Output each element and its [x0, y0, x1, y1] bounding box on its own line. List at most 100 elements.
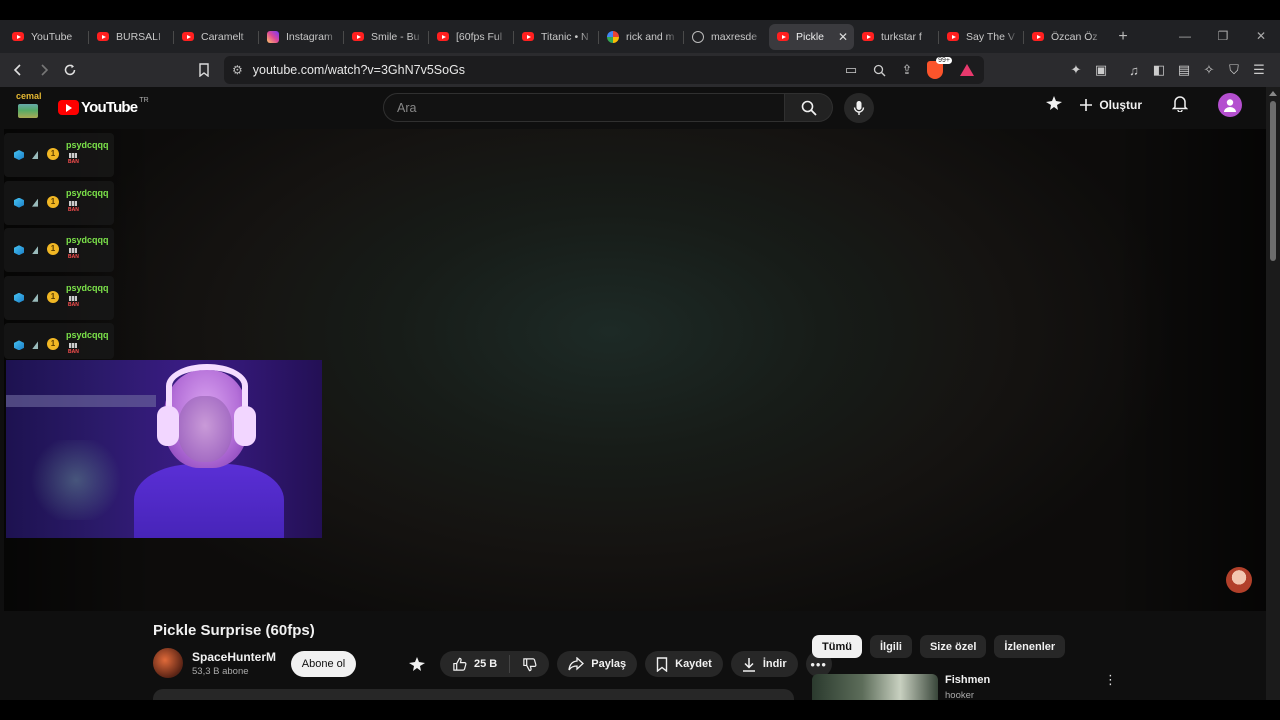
google-icon: [607, 30, 619, 43]
brave-rewards-icon[interactable]: [956, 59, 978, 81]
like-button[interactable]: 25 B: [440, 655, 511, 673]
cube-badge-icon: [14, 150, 24, 160]
sparkle-icon[interactable]: [1045, 95, 1063, 116]
chip-watched[interactable]: İzlenenler: [994, 635, 1066, 658]
minimize-icon[interactable]: —: [1166, 20, 1204, 53]
share-icon[interactable]: ⇪: [896, 59, 918, 81]
cube-badge-icon: [14, 340, 24, 351]
close-window-icon[interactable]: ✕: [1242, 20, 1280, 53]
chip-all[interactable]: Tümü: [812, 635, 862, 658]
channel-info[interactable]: SpaceHunterM 53,3 B abone: [153, 648, 276, 678]
vpn-icon[interactable]: ⛉: [1223, 59, 1245, 81]
youtube-icon: [1032, 32, 1044, 41]
tab[interactable]: Instagram: [259, 24, 344, 50]
tab-active[interactable]: Pickle ✕: [769, 23, 854, 50]
chat-message: 1 psydcqqq BAN: [4, 323, 114, 360]
share-button[interactable]: Paylaş: [557, 651, 638, 677]
sidebar-icon[interactable]: ◧: [1148, 59, 1170, 81]
tab[interactable]: rick and m: [599, 24, 684, 50]
stream-overlay-logo: cemal: [6, 91, 48, 127]
cast-icon[interactable]: ▭: [840, 59, 862, 81]
tab[interactable]: Say The V: [939, 24, 1024, 50]
tab[interactable]: turkstar f: [854, 24, 939, 50]
leo-ai-icon[interactable]: ✧: [1198, 59, 1220, 81]
search-button[interactable]: [785, 93, 833, 122]
brave-shields-icon[interactable]: 99+: [924, 57, 952, 81]
youtube-play-icon: [58, 100, 79, 115]
wallet-icon[interactable]: ▤: [1173, 59, 1195, 81]
video-title: Pickle Surprise (60fps): [153, 622, 315, 639]
tab[interactable]: YouTube: [4, 24, 89, 50]
tab[interactable]: Caramelt: [174, 24, 259, 50]
zoom-icon[interactable]: [868, 59, 890, 81]
screen-bottom-letterbox: [0, 700, 1280, 720]
overlay-map-icon: [18, 104, 38, 118]
more-horizontal-icon: •••: [810, 656, 827, 672]
globe-icon: [692, 30, 704, 43]
brave-badge: 99+: [936, 57, 952, 64]
back-button[interactable]: [5, 57, 31, 83]
search-input[interactable]: Ara: [383, 93, 785, 122]
menu-icon[interactable]: ☰: [1248, 59, 1270, 81]
youtube-icon: [12, 32, 24, 41]
screen-top-letterbox: [0, 0, 1280, 20]
chat-message: 1 psydcqqq BAN: [4, 133, 114, 177]
more-vertical-icon[interactable]: ⋮: [1104, 672, 1117, 688]
chip-for-you[interactable]: Size özel: [919, 635, 987, 658]
youtube-icon: [777, 32, 789, 41]
bookmark-button[interactable]: [191, 57, 217, 83]
tab[interactable]: maxresde: [684, 24, 769, 50]
reload-button[interactable]: [57, 57, 83, 83]
ban-tag: BAN: [68, 296, 79, 308]
tab[interactable]: Titanic • N: [514, 24, 599, 50]
masthead: cemal YouTube TR Ara Oluştur: [0, 87, 1266, 129]
address-bar[interactable]: ⚙ youtube.com/watch?v=3GhN7v5SoGs ▭ ⇪ 99…: [224, 56, 984, 84]
youtube-logo[interactable]: YouTube TR: [58, 97, 149, 116]
reload-icon: [64, 64, 76, 76]
save-button[interactable]: Kaydet: [645, 651, 723, 677]
cube-badge-icon: [14, 197, 24, 208]
url-text: youtube.com/watch?v=3GhN7v5SoGs: [253, 63, 465, 77]
tab[interactable]: [60fps Ful: [429, 24, 514, 50]
microphone-icon: [853, 101, 865, 115]
save-playlist-icon: [656, 656, 668, 672]
channel-name[interactable]: SpaceHunterM: [192, 650, 276, 664]
media-icon[interactable]: ♫: [1123, 59, 1145, 81]
screenshot-icon[interactable]: ▣: [1090, 59, 1112, 81]
account-avatar[interactable]: [1218, 93, 1242, 117]
recommended-title[interactable]: Fishmen: [945, 674, 990, 686]
share-arrow-icon: [568, 657, 585, 671]
new-tab-button[interactable]: +: [1109, 28, 1137, 46]
subscribe-button[interactable]: Abone ol: [291, 651, 356, 677]
site-settings-icon[interactable]: ⚙: [232, 63, 243, 77]
browser-toolbar: ⚙ youtube.com/watch?v=3GhN7v5SoGs ▭ ⇪ 99…: [0, 53, 1280, 87]
forward-button[interactable]: [31, 57, 57, 83]
user-icon: [1224, 99, 1236, 112]
create-button[interactable]: Oluştur: [1079, 98, 1142, 112]
sparkle-action-button[interactable]: [402, 651, 432, 677]
tab[interactable]: BURSALI: [89, 24, 174, 50]
masthead-actions: Oluştur: [1045, 93, 1242, 117]
sparkle-icon: [409, 657, 425, 671]
notifications-icon[interactable]: [1171, 94, 1189, 117]
tab[interactable]: Smile - Bu: [344, 24, 429, 50]
coin-badge: 1: [47, 338, 59, 351]
download-button[interactable]: İndir: [730, 651, 798, 677]
chip-related[interactable]: İlgili: [869, 635, 912, 658]
scrollbar-thumb[interactable]: [1270, 101, 1276, 261]
search-icon: [801, 100, 817, 116]
streamer-webcam: [6, 360, 322, 538]
restore-icon[interactable]: ❐: [1204, 20, 1242, 53]
dislike-button[interactable]: [510, 657, 549, 672]
download-label: İndir: [762, 658, 787, 670]
extensions-icon[interactable]: ✦: [1065, 59, 1087, 81]
channel-avatar[interactable]: [153, 648, 183, 678]
tab[interactable]: Özcan Öz: [1024, 24, 1109, 50]
thumbs-up-icon: [453, 657, 467, 671]
voice-search-button[interactable]: [844, 93, 874, 123]
page-scrollbar[interactable]: [1266, 87, 1280, 720]
youtube-page: cemal YouTube TR Ara Oluştur 1 psydcqqq …: [0, 87, 1266, 720]
scroll-up-arrow-icon[interactable]: [1269, 91, 1277, 96]
close-tab-icon[interactable]: ✕: [838, 30, 848, 44]
forward-arrow-icon: [41, 64, 49, 76]
